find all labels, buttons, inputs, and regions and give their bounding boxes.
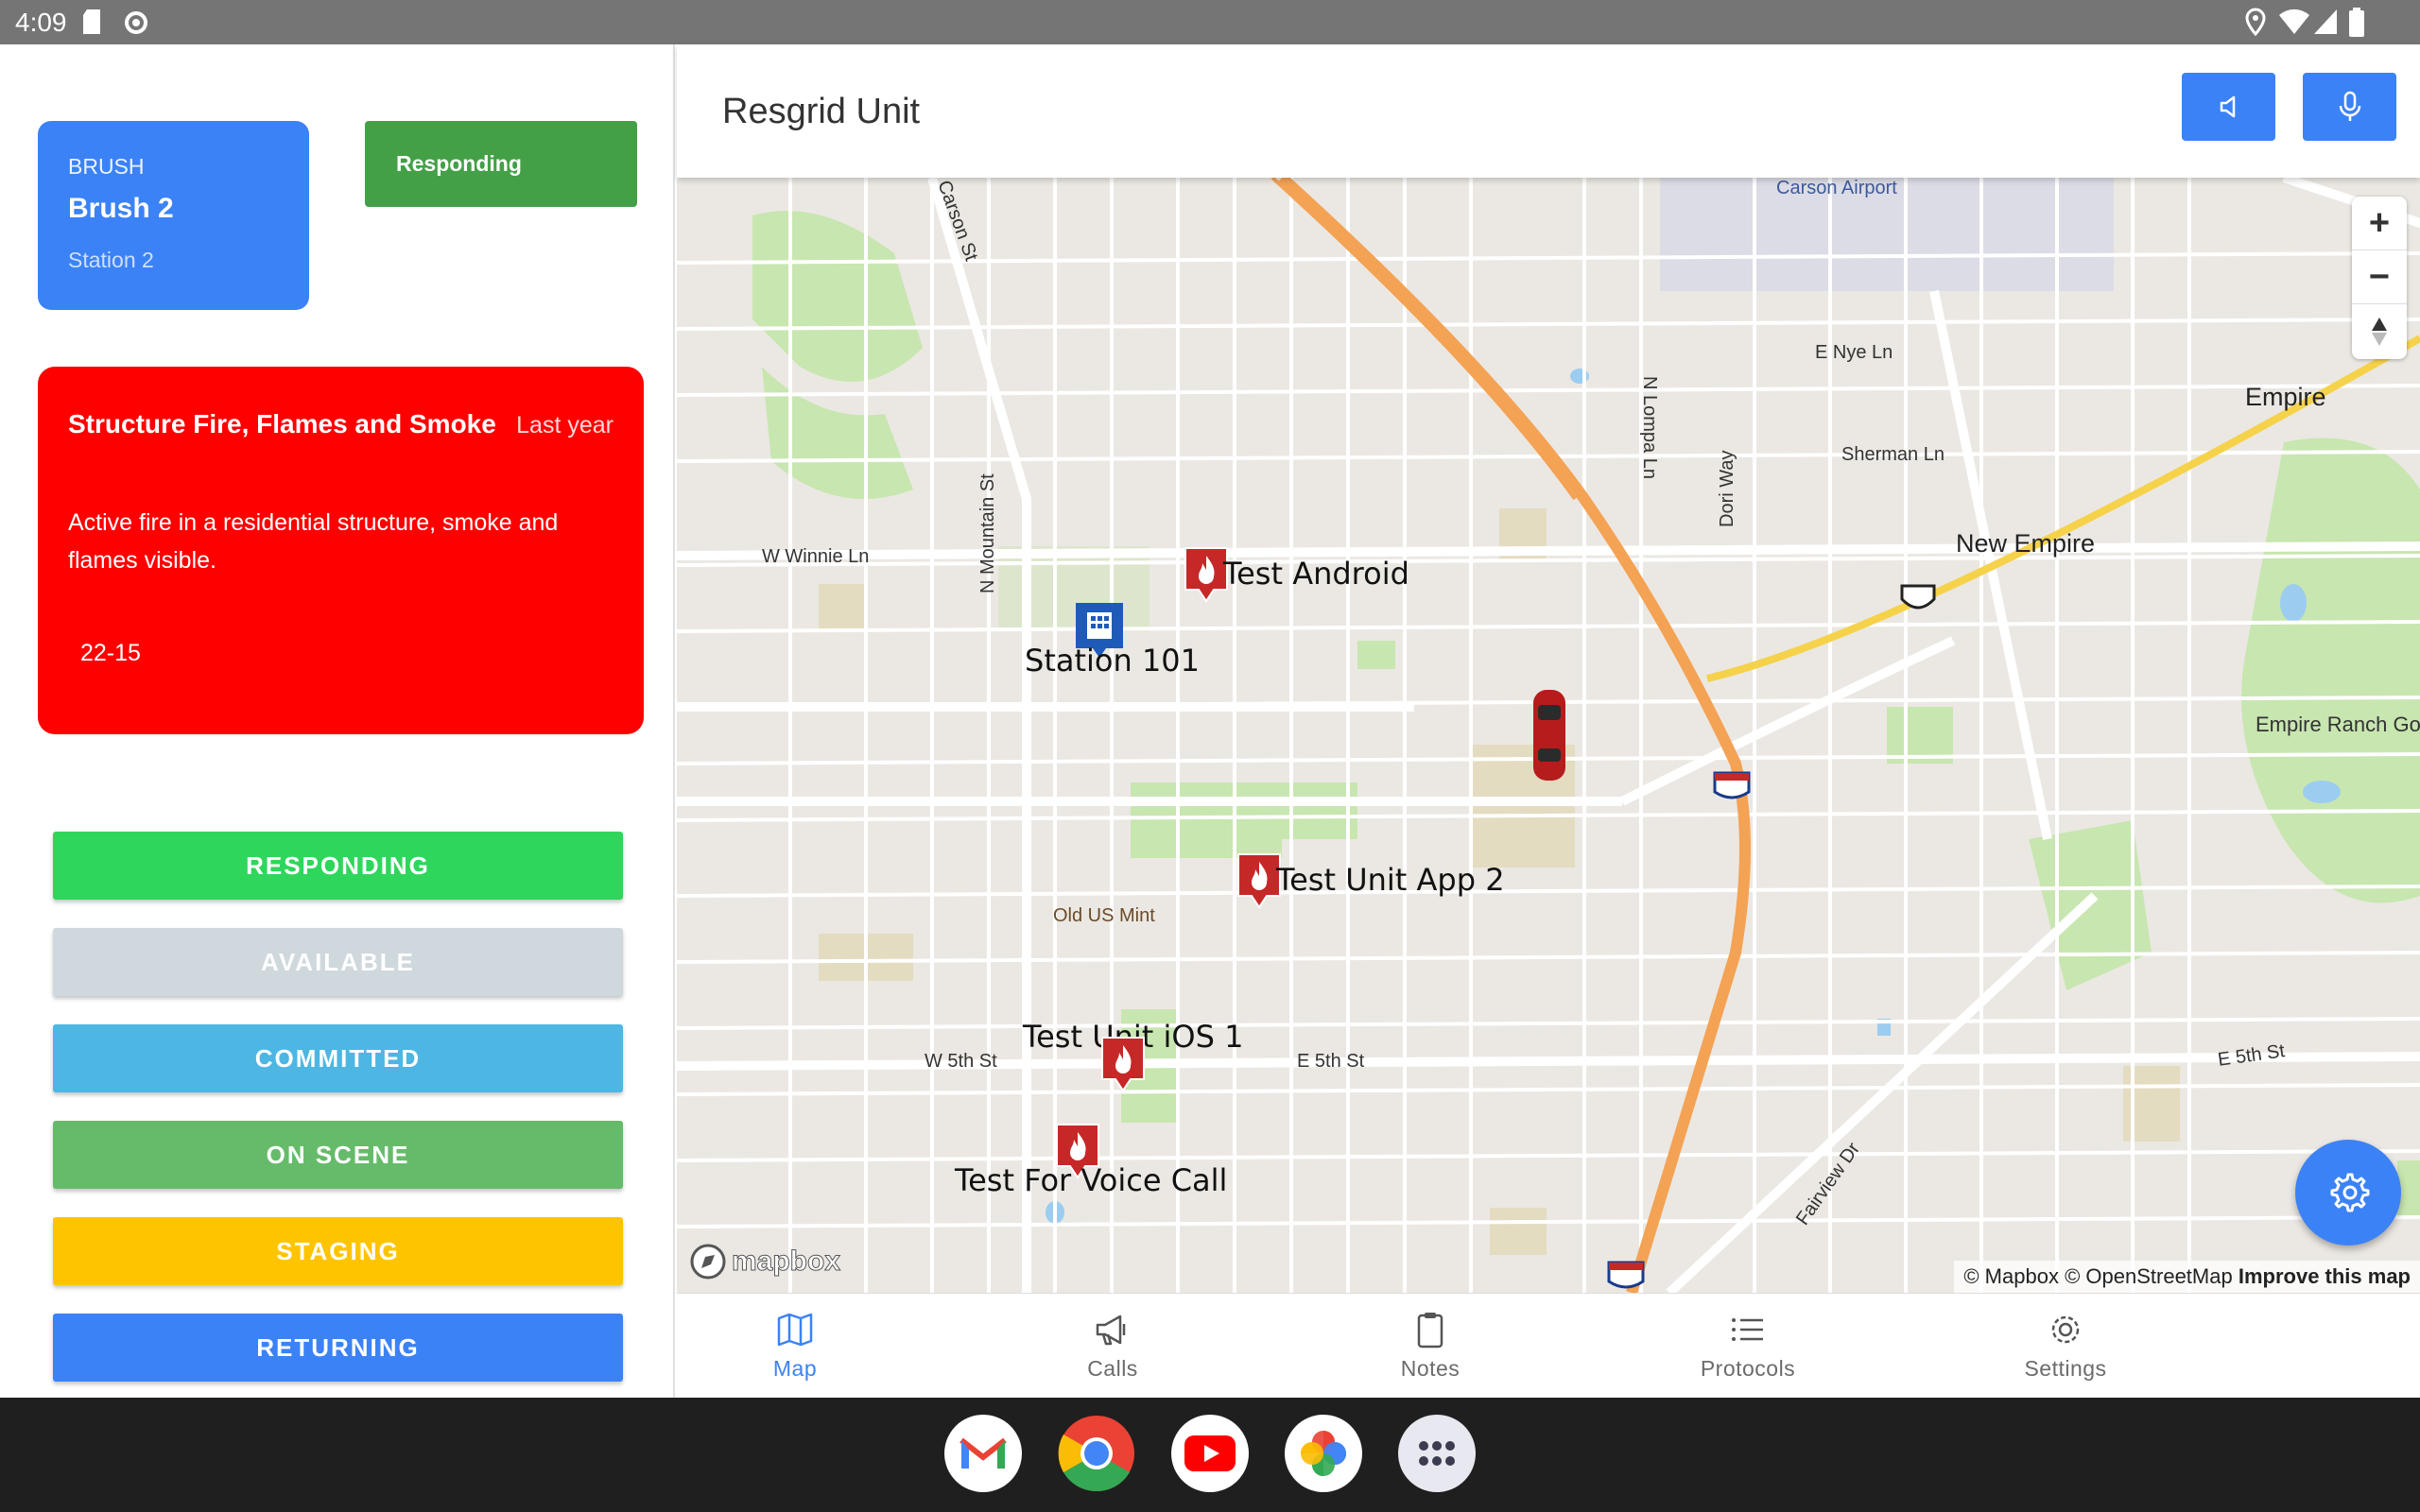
- wifi-icon: [2279, 9, 2309, 35]
- nav-map[interactable]: Map: [677, 1294, 913, 1399]
- fire-icon[interactable]: [1098, 1034, 1148, 1094]
- chrome-icon[interactable]: [1058, 1415, 1135, 1492]
- unit-type: BRUSH: [68, 154, 145, 179]
- status-time: 4:09: [15, 8, 67, 37]
- staging-button[interactable]: STAGING: [53, 1217, 623, 1285]
- street-label: Sherman Ln: [1841, 444, 1945, 465]
- map-attribution: © Mapbox © OpenStreetMap Improve this ma…: [1954, 1261, 2420, 1293]
- nav-settings[interactable]: Settings: [1947, 1294, 2184, 1399]
- battery-icon: [2349, 8, 2364, 37]
- unit-name: Brush 2: [68, 193, 174, 224]
- sd-card-icon: [83, 9, 100, 34]
- pin-label: Test Android: [1223, 556, 1409, 592]
- place-label: New Empire: [1956, 529, 2096, 558]
- left-panel: BRUSH Brush 2 Station 2 Responding Struc…: [0, 44, 675, 1398]
- list-icon: [1732, 1318, 1763, 1341]
- unit-status-label: Responding: [396, 151, 522, 176]
- place-label: Empire Ranch Golf Course: [2256, 713, 2420, 736]
- speaker-icon: [2220, 95, 2235, 118]
- nav-calls[interactable]: Calls: [994, 1294, 1231, 1399]
- street-label: W Winnie Ln: [762, 546, 870, 567]
- megaphone-icon: [1096, 1314, 1126, 1346]
- nav-notes[interactable]: Notes: [1312, 1294, 1548, 1399]
- street-label: Dori Way: [1717, 450, 1737, 527]
- bottom-navigation: Map Calls Notes Protocols Settings: [677, 1293, 2420, 1398]
- street-label: E 5th St: [1297, 1051, 1365, 1072]
- attrib-osm-link[interactable]: © OpenStreetMap: [2065, 1264, 2233, 1288]
- street-label: N Lompa Ln: [1639, 376, 1660, 479]
- audio-stream-button[interactable]: [2182, 73, 2275, 141]
- street-label: W 5th St: [925, 1051, 997, 1072]
- zoom-out-button[interactable]: −: [2352, 250, 2407, 304]
- active-call-card[interactable]: Structure Fire, Flames and Smoke Last ye…: [38, 367, 644, 734]
- call-description: Active fire in a residential structure, …: [68, 509, 559, 574]
- mapbox-logo-text: mapbox: [731, 1246, 841, 1278]
- place-label: Old US Mint: [1053, 905, 1155, 926]
- compass-button[interactable]: [2352, 304, 2407, 358]
- highway-shields: [1607, 584, 1936, 1289]
- status-bar: 4:09: [0, 0, 2420, 44]
- app-title: Resgrid Unit: [722, 92, 921, 131]
- map-settings-fab[interactable]: [2295, 1140, 2401, 1246]
- call-number: 22-15: [80, 640, 141, 666]
- call-title: Structure Fire, Flames and Smoke: [68, 409, 496, 438]
- unit-status-badge[interactable]: Responding: [365, 121, 637, 207]
- youtube-icon[interactable]: [1171, 1415, 1249, 1492]
- system-dock: [0, 1398, 2420, 1512]
- nav-label: Calls: [1087, 1356, 1138, 1381]
- attrib-mapbox-link[interactable]: © Mapbox: [1963, 1264, 2059, 1288]
- mapbox-icon: [690, 1244, 726, 1280]
- nav-protocols[interactable]: Protocols: [1630, 1294, 1866, 1399]
- microphone-icon: [2339, 91, 2360, 121]
- returning-button[interactable]: RETURNING: [53, 1314, 623, 1382]
- map-view[interactable]: W Winnie Ln N Mountain St W 5th St E 5th…: [677, 178, 2420, 1293]
- street-label: E Nye Ln: [1815, 342, 1893, 363]
- responding-button[interactable]: RESPONDING: [53, 832, 623, 900]
- mapbox-logo[interactable]: mapbox: [690, 1244, 841, 1280]
- nav-label: Protocols: [1700, 1356, 1796, 1381]
- app-drawer-icon[interactable]: [1398, 1415, 1476, 1492]
- nav-label: Map: [772, 1356, 818, 1381]
- unit-station: Station 2: [68, 248, 154, 272]
- gear-icon: [2330, 1173, 2370, 1212]
- zoom-in-button[interactable]: +: [2352, 197, 2407, 250]
- app-header: Resgrid Unit: [677, 44, 2420, 178]
- on-scene-button[interactable]: ON SCENE: [53, 1121, 623, 1189]
- unit-card[interactable]: BRUSH Brush 2 Station 2: [38, 121, 309, 310]
- improve-map-link[interactable]: Improve this map: [2238, 1264, 2411, 1288]
- nav-label: Notes: [1400, 1356, 1461, 1381]
- gear-icon: [2051, 1315, 2080, 1344]
- zoom-controls: + −: [2352, 197, 2407, 359]
- place-label: Empire: [2245, 383, 2326, 411]
- clipboard-icon: [1417, 1313, 1443, 1349]
- location-icon: [2245, 8, 2266, 36]
- street-label: N Mountain St: [977, 473, 998, 593]
- call-time: Last year: [516, 412, 614, 438]
- settings-gear-icon: [125, 11, 147, 34]
- signal-icon: [2314, 9, 2337, 34]
- committed-button[interactable]: COMMITTED: [53, 1024, 623, 1092]
- place-label: Carson Airport: [1776, 178, 1897, 198]
- gmail-icon[interactable]: [944, 1415, 1022, 1492]
- compass-icon: [2372, 317, 2387, 346]
- pin-label: Test For Voice Call: [955, 1162, 1228, 1198]
- photos-icon[interactable]: [1285, 1415, 1362, 1492]
- pin-label: Test Unit App 2: [1276, 862, 1505, 898]
- pin-label: Station 101: [1025, 643, 1201, 679]
- nav-label: Settings: [2024, 1356, 2107, 1381]
- push-to-talk-button[interactable]: [2303, 73, 2396, 141]
- map-base: [677, 178, 2420, 1293]
- map-icon: [777, 1313, 813, 1347]
- available-button[interactable]: AVAILABLE: [53, 928, 623, 996]
- unit-car: [1533, 690, 1565, 781]
